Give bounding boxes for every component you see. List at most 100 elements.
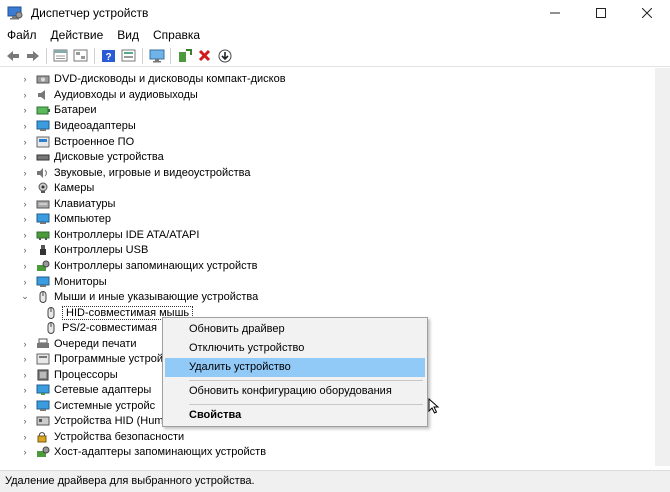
minimize-button[interactable]	[532, 0, 578, 25]
menu-action[interactable]: Действие	[44, 25, 111, 45]
tree-item-label: Устройства безопасности	[54, 430, 185, 443]
download-icon[interactable]	[216, 47, 233, 64]
uninstall-x-icon[interactable]	[196, 47, 213, 64]
tree-item-disk-drives[interactable]: › Дисковые устройства	[20, 149, 164, 165]
chevron-right-icon[interactable]: ›	[20, 152, 30, 162]
tree-item-dvd[interactable]: › DVD-дисководы и дисководы компакт-диск…	[20, 71, 286, 87]
tree-item-video-adapters[interactable]: › Видеоадаптеры	[20, 118, 136, 134]
tree-item-label: Компьютер	[54, 212, 111, 225]
camera-icon	[36, 182, 50, 194]
tree-item-usb[interactable]: › Контроллеры USB	[20, 242, 149, 258]
tree-item-mice[interactable]: ⌄ Мыши и иные указывающие устройства	[20, 289, 258, 305]
tree-item-audio-io[interactable]: › Аудиовходы и аудиовыходы	[20, 87, 198, 103]
tree-item-label: Клавиатуры	[54, 197, 116, 210]
chevron-right-icon[interactable]: ›	[20, 199, 30, 209]
tree-item-label: Мониторы	[54, 275, 107, 288]
menu-view[interactable]: Вид	[110, 25, 146, 45]
printer-icon	[36, 338, 50, 350]
tree-item-label: PS/2-совместимая	[62, 321, 157, 334]
close-button[interactable]	[624, 0, 670, 25]
properties-icon[interactable]	[52, 47, 69, 64]
chevron-right-icon[interactable]: ›	[20, 121, 30, 131]
mouse-icon	[44, 321, 58, 334]
forward-arrow-icon[interactable]	[24, 47, 41, 64]
tree-item-print-queues[interactable]: › Очереди печати	[20, 336, 137, 352]
menu-help[interactable]: Справка	[146, 25, 207, 45]
chevron-right-icon[interactable]: ›	[20, 74, 30, 84]
chevron-right-icon[interactable]: ›	[20, 447, 30, 457]
dvd-drive-icon	[36, 73, 50, 85]
svg-text:?: ?	[105, 52, 111, 63]
processor-icon	[36, 369, 50, 381]
keyboard-icon	[36, 198, 50, 210]
chevron-right-icon[interactable]: ›	[20, 230, 30, 240]
vertical-scrollbar[interactable]	[655, 68, 670, 466]
chevron-right-icon[interactable]: ›	[20, 261, 30, 271]
tree-view-icon[interactable]	[72, 47, 89, 64]
tree-item-label: Дисковые устройства	[54, 150, 164, 163]
tree-item-label: Камеры	[54, 181, 95, 194]
back-arrow-icon[interactable]	[4, 47, 21, 64]
tree-item-storage-controllers[interactable]: › Контроллеры запоминающих устройств	[20, 258, 258, 274]
tree-item-hid[interactable]: › Устройства HID (Huma	[20, 413, 170, 429]
action-view-icon[interactable]	[120, 47, 137, 64]
menu-bar: Файл Действие Вид Справка	[0, 25, 670, 45]
monitor-icon[interactable]	[148, 47, 165, 64]
maximize-button[interactable]	[578, 0, 624, 25]
menu-update-driver[interactable]: Обновить драйвер	[165, 320, 425, 339]
chevron-right-icon[interactable]: ›	[20, 401, 30, 411]
tree-item-security-devices[interactable]: › Устройства безопасности	[20, 429, 185, 445]
menu-properties[interactable]: Свойства	[165, 406, 425, 425]
speaker-icon	[36, 89, 50, 101]
tree-item-storage-host[interactable]: › Хост-адаптеры запоминающих устройств	[20, 444, 267, 460]
chevron-right-icon[interactable]: ›	[20, 354, 30, 364]
tree-item-label: Контроллеры IDE ATA/ATAPI	[54, 228, 200, 241]
tree-item-ps2-mouse[interactable]: PS/2-совместимая	[38, 320, 157, 336]
chevron-right-icon[interactable]: ›	[20, 214, 30, 224]
tree-item-system-devices[interactable]: › Системные устройс	[20, 398, 156, 414]
tree-item-label: Видеоадаптеры	[54, 119, 136, 132]
tree-item-sound-video[interactable]: › Звуковые, игровые и видеоустройства	[20, 165, 251, 181]
menu-file[interactable]: Файл	[0, 25, 44, 45]
tree-item-monitors[interactable]: › Мониторы	[20, 274, 107, 290]
toolbar-separator	[170, 47, 171, 64]
chevron-right-icon[interactable]: ›	[20, 370, 30, 380]
chevron-right-icon[interactable]: ›	[20, 245, 30, 255]
computer-icon	[36, 213, 50, 225]
chevron-right-icon[interactable]: ›	[20, 90, 30, 100]
ide-controller-icon	[36, 229, 50, 241]
tree-item-label: DVD-дисководы и дисководы компакт-дисков	[54, 72, 286, 85]
chevron-right-icon[interactable]: ›	[20, 432, 30, 442]
chevron-right-icon[interactable]: ›	[20, 105, 30, 115]
menu-uninstall-device[interactable]: Удалить устройство	[165, 358, 425, 377]
disk-drive-icon	[36, 151, 50, 163]
chevron-right-icon[interactable]: ›	[20, 416, 30, 426]
help-icon[interactable]: ?	[100, 47, 117, 64]
chevron-right-icon[interactable]: ›	[20, 277, 30, 287]
context-menu: Обновить драйвер Отключить устройство Уд…	[162, 317, 428, 427]
hid-icon	[36, 415, 50, 427]
chevron-right-icon[interactable]: ›	[20, 339, 30, 349]
tree-item-network-adapters[interactable]: › Сетевые адаптеры	[20, 382, 152, 398]
tree-item-batteries[interactable]: › Батареи	[20, 102, 97, 118]
tree-item-label: Процессоры	[54, 368, 118, 381]
tree-item-processors[interactable]: › Процессоры	[20, 367, 118, 383]
tree-item-keyboards[interactable]: › Клавиатуры	[20, 196, 116, 212]
tree-item-cameras[interactable]: › Камеры	[20, 180, 95, 196]
chevron-down-icon[interactable]: ⌄	[20, 291, 30, 302]
menu-scan-hardware[interactable]: Обновить конфигурацию оборудования	[165, 382, 425, 401]
tree-item-label: Батареи	[54, 103, 97, 116]
tree-item-computer[interactable]: › Компьютер	[20, 211, 111, 227]
add-driver-icon[interactable]	[176, 47, 193, 64]
tree-item-ide[interactable]: › Контроллеры IDE ATA/ATAPI	[20, 227, 200, 243]
chevron-right-icon[interactable]: ›	[20, 168, 30, 178]
chevron-right-icon[interactable]: ›	[20, 137, 30, 147]
chevron-right-icon[interactable]: ›	[20, 385, 30, 395]
chevron-right-icon[interactable]: ›	[20, 183, 30, 193]
tree-item-firmware[interactable]: › Встроенное ПО	[20, 134, 135, 150]
toolbar-separator	[94, 47, 95, 64]
tree-item-software-devices[interactable]: › Программные устрой	[20, 351, 163, 367]
battery-icon	[36, 104, 50, 116]
mouse-cursor-icon	[428, 397, 440, 414]
menu-disable-device[interactable]: Отключить устройство	[165, 339, 425, 358]
